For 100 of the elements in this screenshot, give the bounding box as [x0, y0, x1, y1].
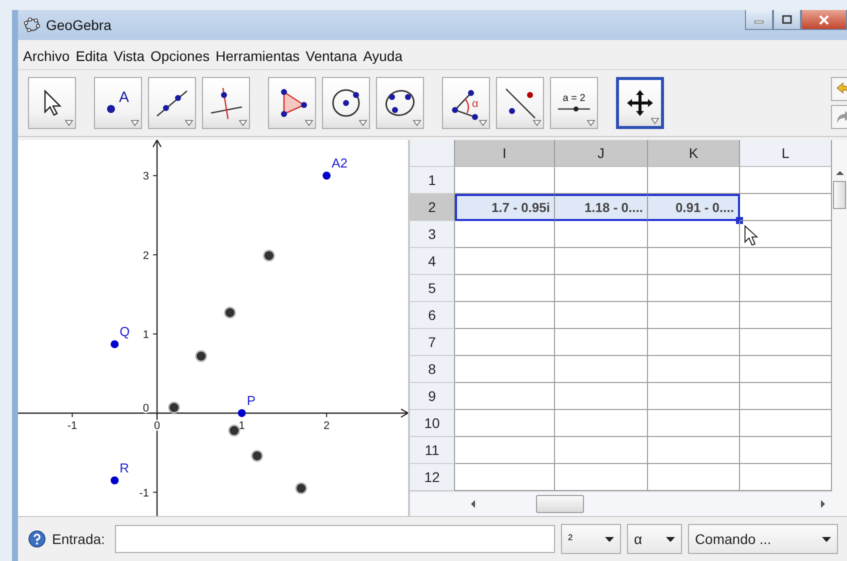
column-header[interactable]: L [740, 140, 832, 167]
table-cell[interactable] [555, 410, 648, 437]
point[interactable] [168, 402, 180, 414]
maximize-icon [782, 15, 792, 24]
scroll-left-icon[interactable] [470, 500, 476, 508]
dropdown-triangle-icon [413, 120, 421, 126]
table-cell[interactable] [555, 329, 648, 356]
tool-button[interactable] [496, 77, 544, 129]
table-cell[interactable]: 1.7 - 0.95i [455, 194, 555, 221]
point[interactable] [251, 450, 264, 462]
tool-button[interactable]: a = 2 [550, 77, 598, 129]
menu-item[interactable]: Archivo [20, 48, 73, 64]
row-header[interactable]: 3 [410, 221, 455, 248]
dropdown[interactable]: α [626, 524, 682, 554]
table-cell[interactable] [455, 302, 555, 329]
tool-button[interactable] [28, 77, 76, 129]
menu-item[interactable]: Herramientas [212, 48, 303, 64]
scrollbar-thumb[interactable] [833, 181, 846, 209]
row-header[interactable]: 4 [410, 248, 455, 275]
dropdown[interactable]: Comando ... [688, 524, 838, 554]
dropdown-triangle-icon [587, 120, 595, 126]
tool-button[interactable]: A [94, 77, 142, 129]
table-cell[interactable] [455, 437, 555, 464]
menu-item[interactable]: Vista [110, 48, 148, 64]
scroll-up-icon[interactable] [836, 170, 844, 175]
scroll-right-icon[interactable] [820, 500, 826, 508]
maximize-button[interactable] [773, 10, 801, 30]
menu-item[interactable]: Opciones [147, 48, 213, 64]
table-cell[interactable] [648, 275, 740, 302]
tool-button[interactable] [616, 77, 664, 129]
table-cell[interactable] [648, 221, 740, 248]
input-field[interactable] [114, 525, 555, 553]
dropdown-triangle-icon [131, 120, 139, 126]
tool-button[interactable]: α [442, 77, 490, 129]
point[interactable] [110, 340, 119, 348]
tick-label: 2 [324, 420, 330, 432]
tool-button[interactable] [268, 77, 316, 129]
caret-icon [822, 536, 831, 542]
menu-item[interactable]: Ayuda [360, 48, 406, 64]
column-header[interactable]: K [648, 140, 740, 167]
row-header[interactable]: 12 [410, 464, 455, 491]
table-cell[interactable] [555, 275, 648, 302]
table-cell[interactable] [648, 437, 740, 464]
table-cell[interactable] [555, 302, 648, 329]
point-label: Q [120, 324, 130, 340]
table-cell[interactable] [648, 356, 740, 383]
tool-button[interactable] [322, 77, 370, 129]
dropdown[interactable]: ² [560, 524, 621, 554]
row-header[interactable]: 9 [410, 383, 455, 410]
scrollbar-thumb[interactable] [536, 495, 584, 513]
row-header[interactable]: 11 [410, 437, 455, 464]
menu-item[interactable]: Edita [72, 48, 111, 64]
corner-cell [410, 140, 455, 167]
table-cell[interactable] [555, 248, 648, 275]
table-cell[interactable] [455, 248, 555, 275]
app-logo-icon [24, 17, 40, 33]
row-header[interactable]: 7 [410, 329, 455, 356]
table-cell[interactable] [555, 356, 648, 383]
point[interactable] [228, 424, 240, 436]
point[interactable] [195, 350, 208, 362]
table-cell[interactable] [555, 221, 648, 248]
tick-label: -1 [67, 420, 78, 432]
help-icon[interactable] [28, 530, 46, 548]
menu-item[interactable]: Ventana [302, 48, 360, 64]
table-cell[interactable] [648, 410, 740, 437]
table-cell[interactable] [648, 248, 740, 275]
close-button[interactable] [801, 10, 847, 30]
column-header[interactable]: J [555, 140, 648, 167]
table-cell[interactable] [648, 329, 740, 356]
caret-icon [604, 536, 614, 542]
perpendicular-lines-icon [208, 85, 244, 121]
column-header[interactable]: I [455, 140, 555, 167]
point[interactable] [262, 250, 275, 262]
point[interactable] [224, 306, 236, 319]
point[interactable] [322, 172, 331, 180]
table-cell[interactable] [455, 221, 555, 248]
row-header[interactable]: 10 [410, 410, 455, 437]
table-cell[interactable] [455, 356, 555, 383]
table-cell[interactable] [648, 302, 740, 329]
tool-button[interactable] [202, 77, 250, 129]
table-cell[interactable] [455, 329, 555, 356]
point[interactable] [110, 476, 119, 484]
tool-button[interactable] [376, 77, 424, 129]
table-cell[interactable] [648, 383, 740, 410]
table-cell[interactable] [555, 437, 648, 464]
row-header[interactable]: 8 [410, 356, 455, 383]
row-header[interactable]: 6 [410, 302, 455, 329]
tool-button[interactable] [148, 77, 196, 129]
table-cell[interactable] [455, 275, 555, 302]
caret-icon [666, 536, 675, 542]
table-cell[interactable] [455, 383, 555, 410]
row-header[interactable]: 2 [410, 194, 455, 221]
tick-label: 0 [142, 402, 150, 415]
row-header[interactable]: 5 [410, 275, 455, 302]
table-cell[interactable] [455, 410, 555, 437]
table-cell[interactable] [555, 383, 648, 410]
table-cell[interactable]: 1.18 - 0.... [555, 194, 648, 221]
point[interactable] [295, 482, 308, 494]
row-header[interactable]: 1 [410, 167, 455, 194]
point[interactable] [238, 409, 246, 418]
